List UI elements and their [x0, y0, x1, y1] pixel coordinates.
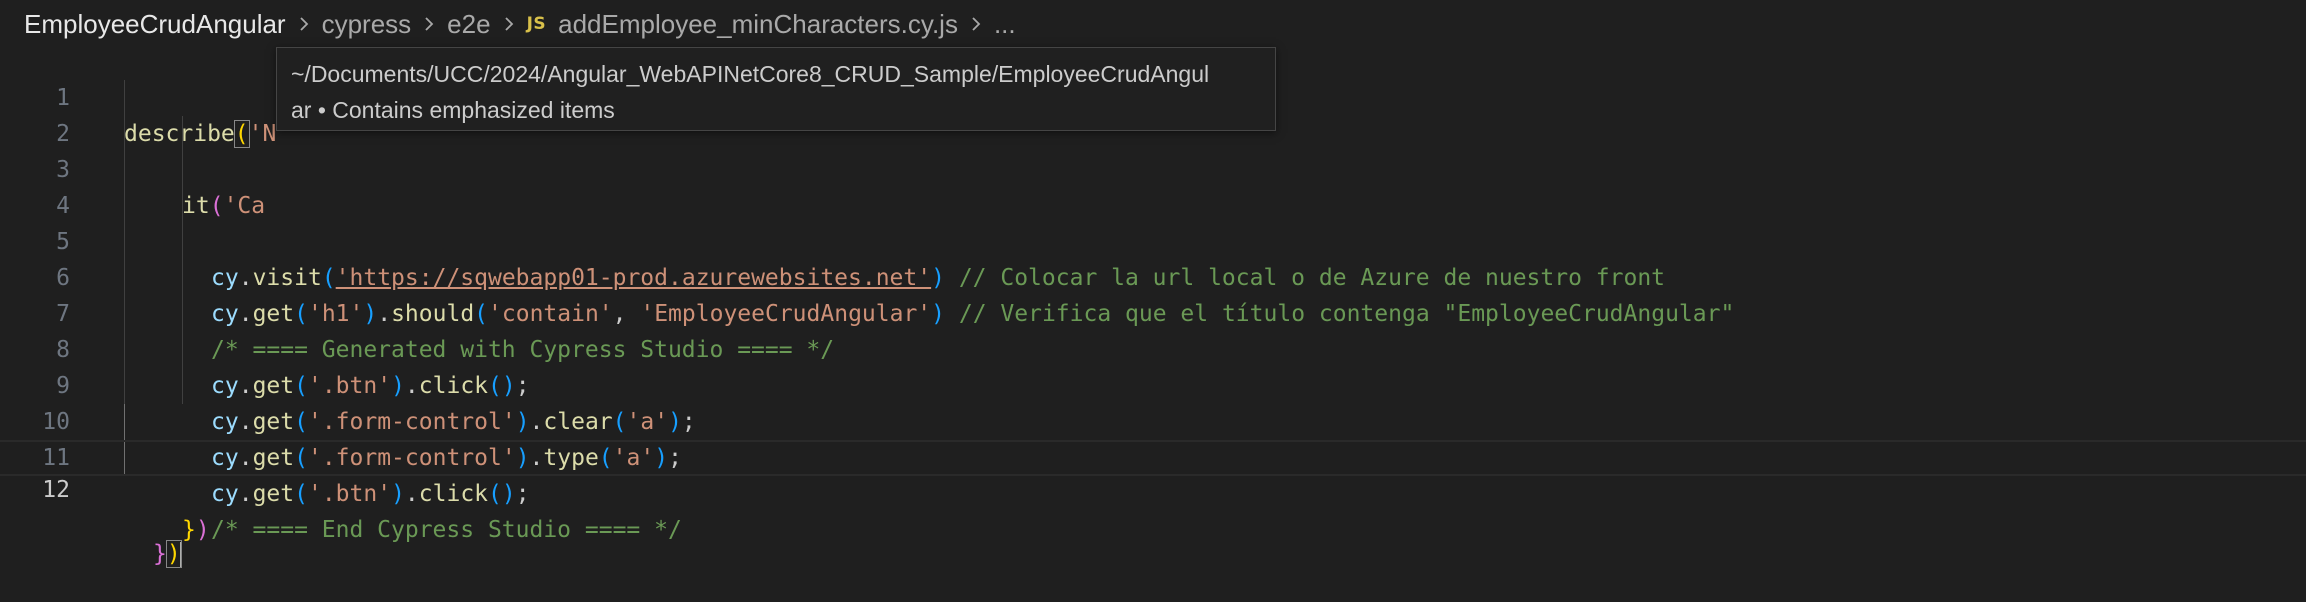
code-token: (): [488, 481, 516, 507]
code-token: get: [252, 481, 295, 507]
breadcrumb-item-cypress[interactable]: cypress: [322, 9, 412, 40]
code-line[interactable]: 10 /* ==== End Cypress Studio ==== */: [0, 368, 2306, 543]
indent-guide: [182, 296, 183, 332]
indent-guide: [124, 224, 125, 260]
breadcrumb: EmployeeCrudAngular cypress e2e JS addEm…: [0, 0, 2306, 48]
code-line[interactable]: 8 cy.get('.form-control').type('a');: [0, 296, 2306, 471]
code-line[interactable]: 9 cy.get('.btn').click();: [0, 332, 2306, 507]
indent-guide: [124, 442, 125, 474]
indent-guide: [124, 188, 125, 224]
indent-guide: [124, 332, 125, 368]
code-token: '.btn': [307, 481, 392, 507]
indent-guide: [182, 332, 183, 368]
indent-guide: [124, 116, 125, 152]
indent-guide: [124, 260, 125, 296]
breadcrumb-item-e2e[interactable]: e2e: [447, 9, 490, 40]
indent-guide: [124, 404, 125, 440]
indent-guide: [124, 296, 125, 332]
chevron-right-icon: [501, 16, 517, 32]
indent-guide: [182, 368, 183, 404]
tooltip-path: ~/Documents/UCC/2024/Angular_WebAPINetCo…: [291, 61, 1210, 87]
indent-guide: [182, 188, 183, 224]
indent-guide: [124, 152, 125, 188]
chevron-right-icon: [421, 16, 437, 32]
code-token: .: [404, 481, 419, 507]
code-line[interactable]: 5 /* ==== Generated with Cypress Studio …: [0, 188, 2306, 363]
chevron-right-icon: [968, 16, 984, 32]
code-token: click: [418, 481, 489, 507]
line-number: 12: [42, 477, 70, 503]
code-line[interactable]: 11 }): [0, 404, 2306, 543]
javascript-file-icon: JS: [526, 14, 547, 34]
hover-tooltip: ~/Documents/UCC/2024/Angular_WebAPINetCo…: [276, 47, 1276, 131]
indent-guide: [124, 80, 125, 116]
indent-guide: [182, 152, 183, 188]
code-token: (: [294, 481, 308, 507]
code-line[interactable]: 4 cy.get('h1').should('contain', 'Employ…: [0, 152, 2306, 327]
code-token: ): [195, 517, 210, 543]
tooltip-status: ar • Contains emphasized items: [291, 97, 615, 123]
current-line[interactable]: 12 }): [0, 440, 2306, 568]
breadcrumb-item-symbols[interactable]: ...: [994, 9, 1016, 40]
code-token: ): [391, 481, 405, 507]
text-cursor: [179, 541, 182, 568]
code-token: ;: [515, 481, 530, 507]
code-line[interactable]: 6 cy.get('.btn').click();: [0, 224, 2306, 399]
code-token: }: [182, 517, 196, 543]
indent-guide: [182, 224, 183, 260]
indent-guide: [182, 260, 183, 296]
chevron-right-icon: [296, 16, 312, 32]
code-token: }: [153, 541, 167, 567]
code-line[interactable]: 7 cy.get('.form-control').clear('a');: [0, 260, 2306, 435]
indent-guide: [124, 368, 125, 404]
code-token: .: [238, 481, 253, 507]
breadcrumb-item-file[interactable]: addEmployee_minCharacters.cy.js: [558, 9, 958, 40]
code-comment: /* ==== End Cypress Studio ==== */: [211, 517, 682, 543]
indent-guide: [182, 116, 183, 152]
code-token: cy: [211, 481, 239, 507]
breadcrumb-item-project[interactable]: EmployeeCrudAngular: [24, 9, 286, 40]
code-token: ): [165, 540, 182, 568]
